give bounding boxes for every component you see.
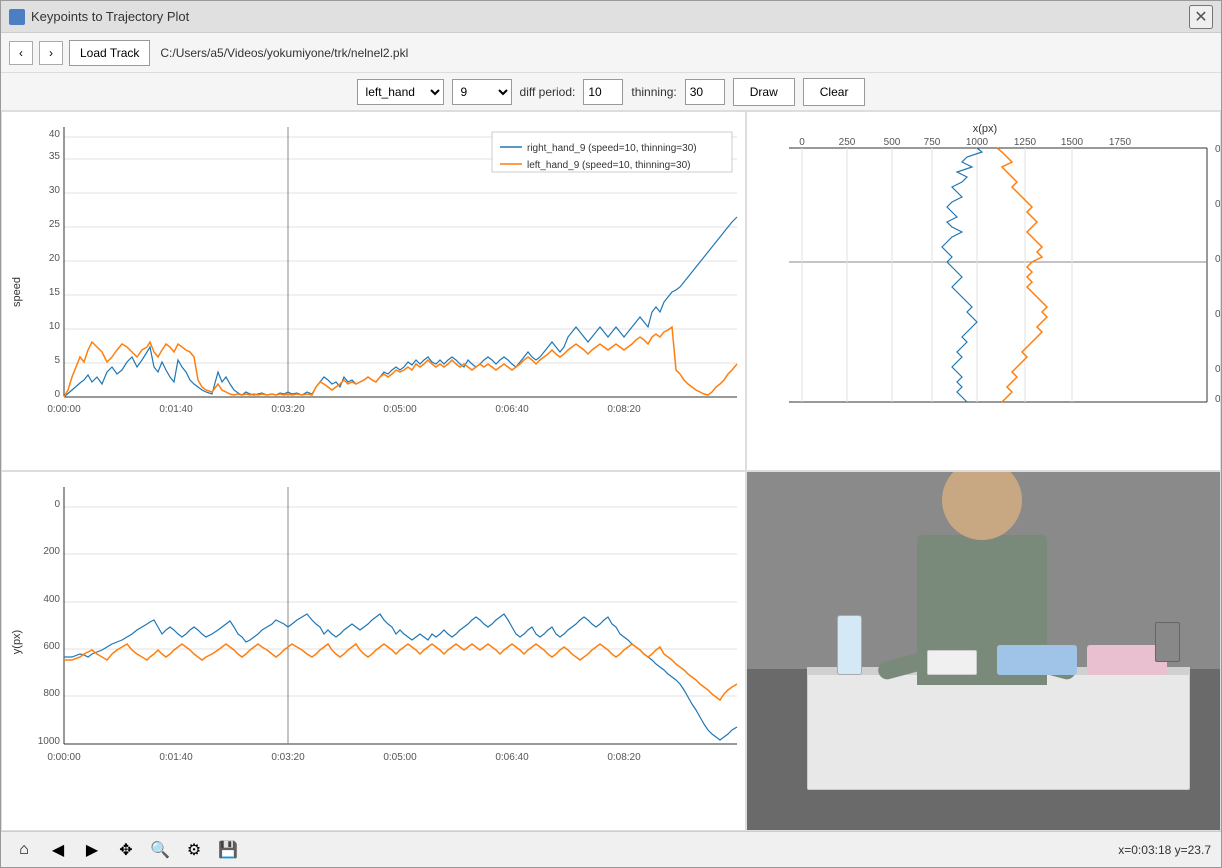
video-frame: [746, 471, 1221, 831]
forward-icon[interactable]: ▶: [79, 837, 105, 863]
svg-text:200: 200: [43, 546, 60, 557]
svg-text:0:00:00: 0:00:00: [47, 404, 81, 415]
clear-button[interactable]: Clear: [803, 78, 866, 106]
svg-text:0:05:00: 0:05:00: [383, 752, 417, 763]
svg-text:x(px): x(px): [973, 123, 997, 135]
svg-text:0:08:20: 0:08:20: [607, 752, 641, 763]
svg-text:800: 800: [43, 688, 60, 699]
svg-text:20: 20: [49, 253, 61, 264]
svg-text:1500: 1500: [1061, 137, 1084, 148]
window-title: Keypoints to Trajectory Plot: [31, 9, 189, 24]
draw-button[interactable]: Draw: [733, 78, 795, 106]
diff-period-label: diff period:: [520, 85, 576, 99]
save-icon[interactable]: 💾: [215, 837, 241, 863]
y-position-chart: y(px) 0 200 400 600 800 1000: [1, 471, 746, 831]
svg-text:10: 10: [49, 321, 61, 332]
svg-text:0:03:20: 0:03:20: [271, 404, 305, 415]
close-button[interactable]: ✕: [1189, 5, 1213, 29]
home-icon[interactable]: ⌂: [11, 837, 37, 863]
svg-text:y(px): y(px): [11, 630, 23, 654]
svg-text:0:00:00: 0:00:00: [1215, 144, 1221, 155]
diff-period-input[interactable]: [583, 79, 623, 105]
svg-text:400: 400: [43, 594, 60, 605]
status-coordinates: x=0:03:18 y=23.7: [1118, 843, 1211, 857]
svg-text:1750: 1750: [1109, 137, 1132, 148]
speed-chart: speed 0 5 10 15 20 25 30 35 40: [1, 111, 746, 471]
svg-text:1000: 1000: [38, 736, 61, 747]
svg-text:500: 500: [884, 137, 901, 148]
svg-text:0:05:00: 0:05:00: [383, 404, 417, 415]
svg-text:0:06:40: 0:06:40: [495, 752, 529, 763]
svg-text:left_hand_9 (speed=10, thinnin: left_hand_9 (speed=10, thinning=30): [527, 160, 690, 171]
svg-text:0:01:40: 0:01:40: [159, 752, 193, 763]
thinning-label: thinning:: [631, 85, 676, 99]
svg-text:5: 5: [54, 355, 60, 366]
svg-text:0:00:00: 0:00:00: [47, 752, 81, 763]
file-path: C:/Users/a5/Videos/yokumiyone/trk/nelnel…: [160, 46, 408, 60]
settings-icon[interactable]: ⚙: [181, 837, 207, 863]
svg-text:250: 250: [839, 137, 856, 148]
svg-text:right_hand_9 (speed=10, thinni: right_hand_9 (speed=10, thinning=30): [527, 143, 697, 154]
move-icon[interactable]: ✥: [113, 837, 139, 863]
body-part-select[interactable]: left_hand right_hand: [357, 79, 444, 105]
svg-text:1250: 1250: [1014, 137, 1037, 148]
back-icon[interactable]: ◀: [45, 837, 71, 863]
speed-y-label: speed: [11, 277, 23, 307]
svg-text:35: 35: [49, 151, 61, 162]
svg-text:0:06:40: 0:06:40: [495, 404, 529, 415]
number-select[interactable]: 9: [452, 79, 512, 105]
svg-text:30: 30: [49, 185, 61, 196]
svg-text:0: 0: [799, 137, 805, 148]
svg-text:0: 0: [54, 389, 60, 400]
svg-text:0:05:00: 0:05:00: [1215, 309, 1221, 320]
svg-text:15: 15: [49, 287, 61, 298]
svg-text:1000: 1000: [966, 137, 989, 148]
zoom-icon[interactable]: 🔍: [147, 837, 173, 863]
nav-forward-button[interactable]: ›: [39, 41, 63, 65]
svg-text:0:03:20: 0:03:20: [271, 752, 305, 763]
svg-text:25: 25: [49, 219, 61, 230]
load-track-button[interactable]: Load Track: [69, 40, 150, 66]
svg-text:0:08:20: 0:08:20: [607, 404, 641, 415]
nav-back-button[interactable]: ‹: [9, 41, 33, 65]
svg-text:0:03:20: 0:03:20: [1215, 254, 1221, 265]
svg-text:0:01:40: 0:01:40: [1215, 199, 1221, 210]
svg-text:0:01:40: 0:01:40: [159, 404, 193, 415]
svg-text:0:08:20: 0:08:20: [1215, 394, 1221, 405]
svg-text:0:06:40: 0:06:40: [1215, 364, 1221, 375]
x-position-chart: x(px) 0 250 500 750 1000 1250 1500 1750 …: [746, 111, 1221, 471]
app-icon: [9, 9, 25, 25]
svg-text:40: 40: [49, 129, 61, 140]
svg-text:600: 600: [43, 641, 60, 652]
thinning-input[interactable]: [685, 79, 725, 105]
svg-text:0: 0: [54, 499, 60, 510]
svg-text:750: 750: [924, 137, 941, 148]
